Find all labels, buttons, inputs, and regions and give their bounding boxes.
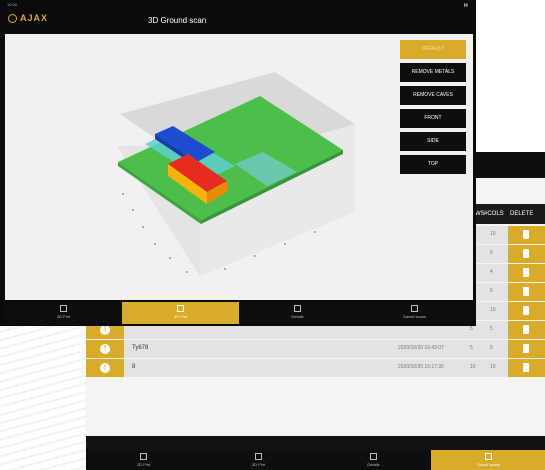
- view-button-top[interactable]: TOP: [400, 155, 466, 174]
- nav-tab-saved-scans[interactable]: Saved scans: [356, 302, 473, 324]
- trash-icon: [523, 268, 529, 277]
- scan-cols: 5: [490, 345, 493, 351]
- view-button-remove-metals[interactable]: REMOVE METALS: [400, 63, 466, 82]
- delete-button[interactable]: [508, 321, 545, 339]
- trash-icon: [523, 306, 529, 315]
- save-icon: [411, 305, 418, 312]
- scan-cols: 5: [490, 288, 493, 294]
- nav-tab-details[interactable]: Details: [239, 302, 356, 324]
- view-button-remove-caves[interactable]: REMOVE CAVES: [400, 86, 466, 105]
- info-badge[interactable]: !: [86, 359, 124, 377]
- delete-button[interactable]: [508, 302, 545, 320]
- view-button-default[interactable]: DEFAULT: [400, 40, 466, 59]
- nav-icon: [140, 453, 147, 460]
- nav-icon: [370, 453, 377, 460]
- list-icon: [60, 305, 67, 312]
- scan-name: Ty678: [132, 345, 149, 351]
- trash-icon: [523, 287, 529, 296]
- table-row[interactable]: ! 8 2020/10/20 15:17:35 10 10: [86, 359, 545, 378]
- scan-rows: 10: [470, 364, 476, 370]
- scan-cols: 10: [490, 231, 496, 237]
- delete-button[interactable]: [508, 359, 545, 377]
- back-nav-tab-details[interactable]: Details: [316, 450, 431, 470]
- grid-icon: [177, 305, 184, 312]
- info-icon: !: [100, 344, 110, 354]
- back-nav-tab-3d-plot[interactable]: 3D Plot: [201, 450, 316, 470]
- scan-cols: 5: [490, 250, 493, 256]
- back-nav-tab-saved-scans[interactable]: Saved scans: [431, 450, 545, 470]
- header-cols: #COLS: [484, 211, 504, 217]
- nav-tab-3d-plot[interactable]: 3D Plot: [122, 302, 239, 324]
- bottom-nav: 2D Plot 3D Plot Details Saved scans: [5, 302, 473, 324]
- info-badge[interactable]: !: [86, 340, 124, 358]
- nav-tab-label: 3D Plot: [251, 462, 266, 467]
- logo-text: AJAX: [20, 13, 49, 23]
- scan-cols: 4: [490, 269, 493, 275]
- back-nav-tab-2d-plot[interactable]: 2D Plot: [86, 450, 201, 470]
- status-time: 10:00: [7, 2, 18, 7]
- nav-tab-label: Saved scans: [403, 314, 426, 319]
- delete-button[interactable]: [508, 245, 545, 263]
- header-delete: DELETE: [510, 211, 534, 217]
- scan-cols: 5: [490, 326, 493, 332]
- delete-button[interactable]: [508, 340, 545, 358]
- front-tablet: 10:00 ▮▮ AJAX 3D Ground scan DEFAULT REM…: [0, 0, 476, 326]
- info-icon: !: [100, 325, 110, 335]
- clipboard-icon: [294, 305, 301, 312]
- scan-name: 8: [132, 364, 136, 370]
- nav-icon: [255, 453, 262, 460]
- nav-tab-label: 3D Plot: [173, 314, 188, 319]
- nav-tab-label: Saved scans: [477, 462, 500, 467]
- page-title: 3D Ground scan: [148, 16, 207, 25]
- table-row[interactable]: ! Ty678 2020/10/20 16:43:07 5 5: [86, 340, 545, 359]
- trash-icon: [523, 230, 529, 239]
- scan-date: 2020/10/20 16:43:07: [398, 345, 444, 351]
- nav-tab-label: 2D Plot: [56, 314, 71, 319]
- scan-cols: 10: [490, 307, 496, 313]
- logo-icon: [8, 14, 17, 23]
- nav-icon: [485, 453, 492, 460]
- trash-icon: [523, 363, 529, 372]
- delete-button[interactable]: [508, 264, 545, 282]
- view-button-front[interactable]: FRONT: [400, 109, 466, 128]
- table-header: ROWS #COLS DELETE: [466, 204, 545, 224]
- delete-button[interactable]: [508, 283, 545, 301]
- delete-button[interactable]: [508, 226, 545, 244]
- nav-tab-label: Details: [367, 462, 380, 467]
- info-icon: !: [100, 363, 110, 373]
- scan-rows: 5: [470, 326, 473, 332]
- view-button-side[interactable]: SIDE: [400, 132, 466, 151]
- plot-area[interactable]: DEFAULT REMOVE METALS REMOVE CAVES FRONT SID…: [5, 34, 473, 300]
- nav-tab-label: 2D Plot: [136, 462, 151, 467]
- nav-tab-2d-plot[interactable]: 2D Plot: [5, 302, 122, 324]
- scan-date: 2020/10/20 15:17:35: [398, 364, 444, 370]
- nav-tab-label: Details: [291, 314, 304, 319]
- trash-icon: [523, 344, 529, 353]
- back-bottom-nav: 2D Plot 3D Plot Details Saved scans: [86, 450, 545, 470]
- trash-icon: [523, 249, 529, 258]
- trash-icon: [523, 325, 529, 334]
- battery-icon: ▮▮: [463, 2, 468, 7]
- status-bar: 10:00 ▮▮: [0, 0, 476, 10]
- scan-cols: 10: [490, 364, 496, 370]
- scan-rows: 5: [470, 345, 473, 351]
